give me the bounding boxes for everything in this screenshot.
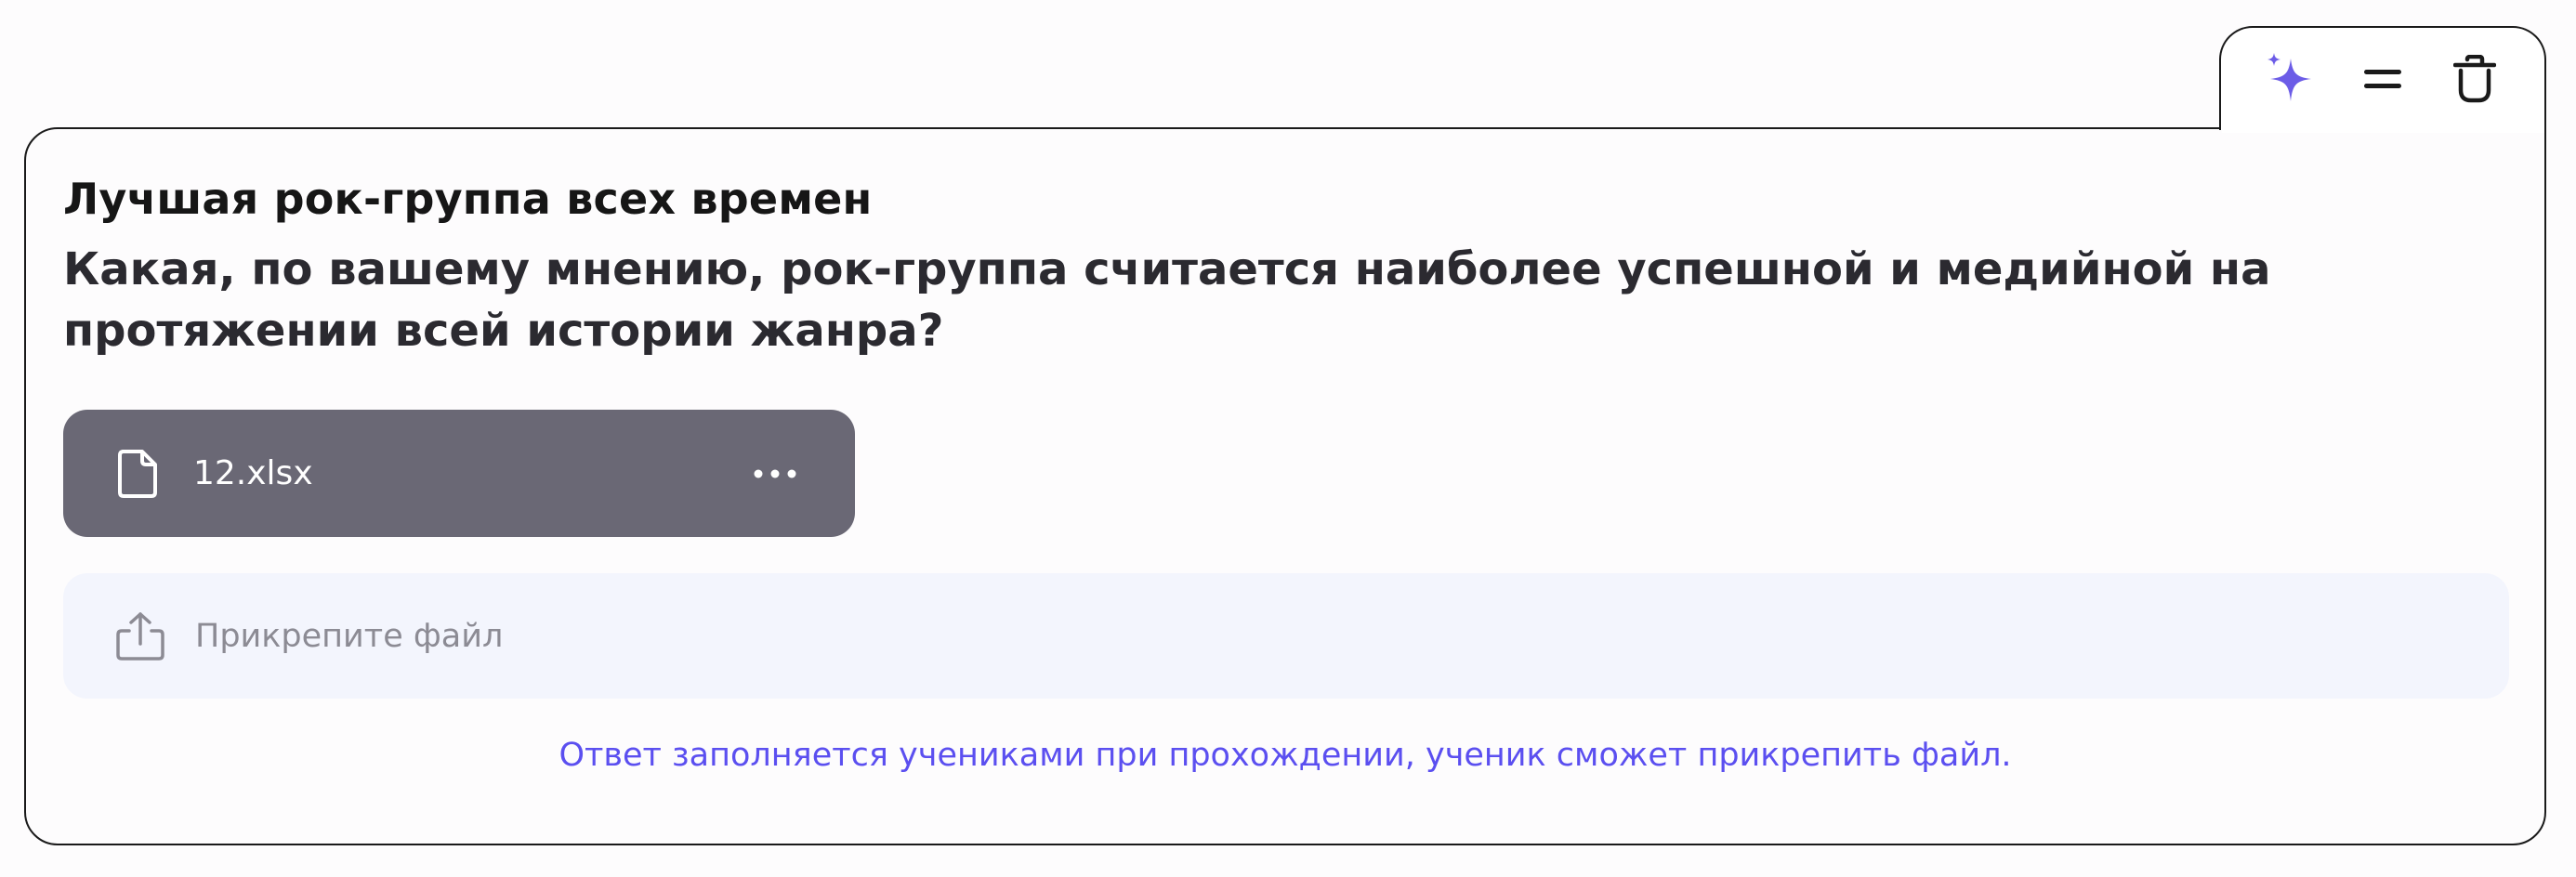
upload-icon [113, 609, 167, 663]
more-horizontal-icon[interactable] [747, 455, 803, 492]
card-toolbar [2219, 26, 2546, 130]
file-upload-dropzone[interactable]: Прикрепите файл [63, 573, 2509, 699]
drag-handle-icon [2363, 70, 2401, 88]
trash-icon [2452, 55, 2496, 103]
delete-button[interactable] [2441, 46, 2508, 112]
task-question[interactable]: Какая, по вашему мнению, рок-группа счит… [63, 239, 2386, 361]
ai-assist-button[interactable] [2257, 46, 2324, 112]
attachment-file-name: 12.xlsx [193, 454, 313, 492]
sparkles-icon [2267, 53, 2312, 101]
drag-handle-button[interactable] [2349, 46, 2416, 112]
answer-hint: Ответ заполняется учениками при прохожде… [559, 737, 2012, 774]
file-icon [115, 447, 160, 501]
toolbar-joint [2221, 124, 2544, 133]
upload-placeholder: Прикрепите файл [195, 617, 504, 655]
attachment-chip[interactable]: 12.xlsx [63, 410, 855, 537]
task-card: Лучшая рок-группа всех времен Какая, по … [24, 127, 2546, 845]
task-editor: Лучшая рок-группа всех времен Какая, по … [0, 0, 2576, 877]
task-title[interactable]: Лучшая рок-группа всех времен [63, 174, 873, 224]
